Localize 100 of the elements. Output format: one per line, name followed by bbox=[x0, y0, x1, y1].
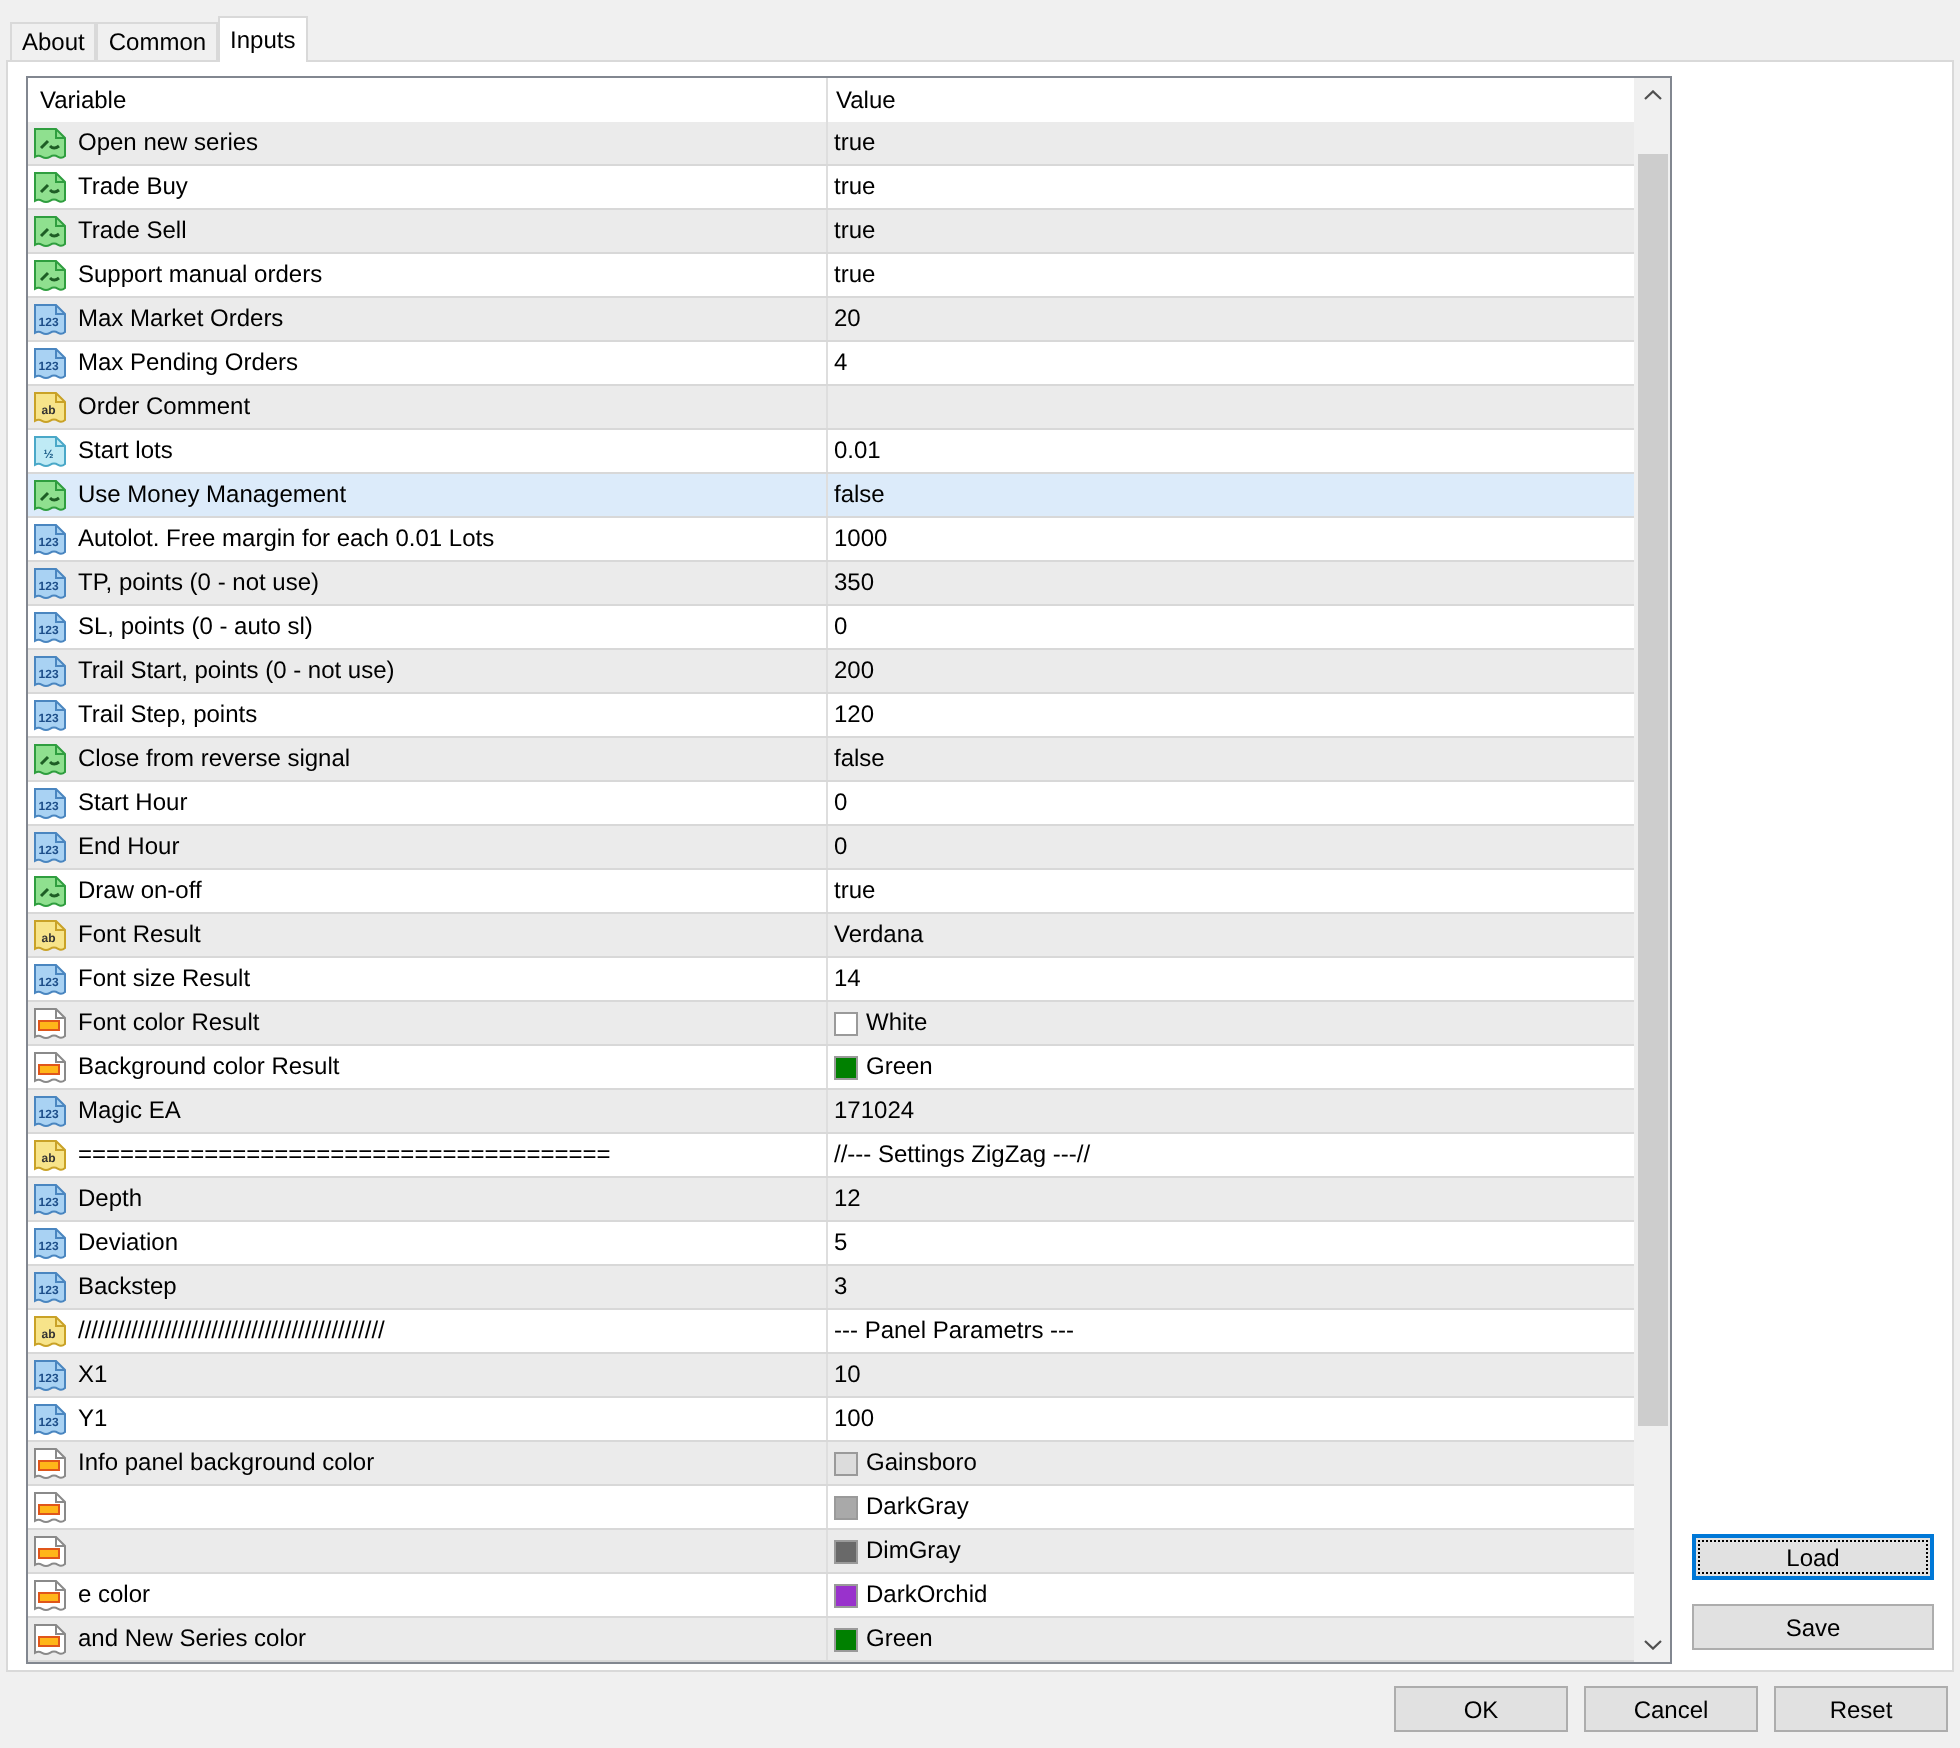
variable-value: 4 bbox=[834, 348, 848, 378]
variable-name: Background color Result bbox=[78, 1052, 340, 1082]
variable-value: 14 bbox=[834, 964, 861, 994]
table-row[interactable]: Background color Result Green bbox=[28, 1046, 1634, 1090]
table-row[interactable]: Trade Buy true bbox=[28, 166, 1634, 210]
bar-document-icon bbox=[32, 1445, 68, 1481]
tab[interactable]: About bbox=[10, 22, 97, 60]
variable-value: true bbox=[834, 216, 876, 246]
variable-name: Use Money Management bbox=[78, 480, 347, 510]
scroll-down-icon[interactable] bbox=[1644, 1640, 1662, 1650]
check-document-icon bbox=[32, 169, 68, 205]
variable-name: Order Comment bbox=[78, 392, 251, 422]
table-row[interactable]: e color DarkOrchid bbox=[28, 1574, 1634, 1618]
variable-value: 0.01 bbox=[834, 436, 881, 466]
variable-name: and New Series color bbox=[78, 1624, 307, 1654]
table-row[interactable]: Trade Sell true bbox=[28, 210, 1634, 254]
table-row[interactable]: DimGray bbox=[28, 1530, 1634, 1574]
variable-value: true bbox=[834, 260, 876, 290]
variable-name: Trade Sell bbox=[78, 216, 187, 246]
scroll-up-icon[interactable] bbox=[1644, 90, 1662, 100]
variable-name: Max Market Orders bbox=[78, 304, 284, 334]
bar-document-icon bbox=[32, 1489, 68, 1525]
tab[interactable]: Common bbox=[96, 22, 219, 60]
variable-value: 12 bbox=[834, 1184, 861, 1214]
variable-value: Green bbox=[866, 1052, 933, 1082]
check-document-icon bbox=[32, 125, 68, 161]
variable-name: Backstep bbox=[78, 1272, 177, 1302]
variable-name: Deviation bbox=[78, 1228, 179, 1258]
variable-value: 0 bbox=[834, 788, 848, 818]
table-row[interactable]: Font color Result White bbox=[28, 1002, 1634, 1046]
variable-value: true bbox=[834, 172, 876, 202]
table-row[interactable]: Use Money Management false bbox=[28, 474, 1634, 518]
bar-document-icon bbox=[32, 1533, 68, 1569]
table-row[interactable]: and New Series color Green bbox=[28, 1618, 1634, 1662]
variable-value: DimGray bbox=[866, 1536, 961, 1566]
bar-document-icon bbox=[32, 1621, 68, 1657]
check-document-icon bbox=[32, 477, 68, 513]
variable-value: Green bbox=[866, 1624, 933, 1654]
variable-name: Info panel background color bbox=[78, 1448, 375, 1478]
variable-value: Gainsboro bbox=[866, 1448, 977, 1478]
variable-value: 0 bbox=[834, 832, 848, 862]
variable-name: Depth bbox=[78, 1184, 143, 1214]
variable-value: 171024 bbox=[834, 1096, 915, 1126]
variable-value: 100 bbox=[834, 1404, 875, 1434]
variable-name: Open new series bbox=[78, 128, 259, 158]
variable-value: false bbox=[834, 744, 885, 774]
dialog-button[interactable]: OK bbox=[1394, 1686, 1568, 1732]
variable-name: Start Hour bbox=[78, 788, 188, 818]
variable-value: Verdana bbox=[834, 920, 924, 950]
variable-value: 200 bbox=[834, 656, 875, 686]
variable-name: ////////////////////////////////////////////// bbox=[78, 1316, 385, 1346]
variable-value: DarkGray bbox=[866, 1492, 969, 1522]
scrollbar-track[interactable] bbox=[1634, 78, 1670, 1662]
variable-value: true bbox=[834, 876, 876, 906]
scrollbar-thumb[interactable] bbox=[1638, 154, 1668, 1426]
variable-name: Font Result bbox=[78, 920, 201, 950]
variable-name: Trail Start, points (0 - not use) bbox=[78, 656, 395, 686]
table-row[interactable]: Support manual orders true bbox=[28, 254, 1634, 298]
dialog-button[interactable]: Reset bbox=[1774, 1686, 1948, 1732]
variable-value: --- Panel Parametrs --- bbox=[834, 1316, 1075, 1346]
table-row[interactable]: Info panel background color Gainsboro bbox=[28, 1442, 1634, 1486]
side-button[interactable]: Load bbox=[1692, 1534, 1934, 1580]
variable-name: Support manual orders bbox=[78, 260, 323, 290]
variable-value: 20 bbox=[834, 304, 861, 334]
variable-value: DarkOrchid bbox=[866, 1580, 988, 1610]
side-button[interactable]: Save bbox=[1692, 1604, 1934, 1650]
tab[interactable]: Inputs bbox=[218, 16, 308, 62]
variable-name: Autolot. Free margin for each 0.01 Lots bbox=[78, 524, 495, 554]
variable-name: SL, points (0 - auto sl) bbox=[78, 612, 313, 642]
variable-name: Max Pending Orders bbox=[78, 348, 299, 378]
variable-name: Trail Step, points bbox=[78, 700, 258, 730]
variable-value: 0 bbox=[834, 612, 848, 642]
variable-value: true bbox=[834, 128, 876, 158]
check-document-icon bbox=[32, 873, 68, 909]
table-row[interactable]: Open new series true bbox=[28, 122, 1634, 166]
variable-name: Font color Result bbox=[78, 1008, 260, 1038]
variable-value: 5 bbox=[834, 1228, 848, 1258]
table-row[interactable]: Close from reverse signal false bbox=[28, 738, 1634, 782]
dialog-button[interactable]: Cancel bbox=[1584, 1686, 1758, 1732]
variable-value: 350 bbox=[834, 568, 875, 598]
variable-value: //--- Settings ZigZag ---// bbox=[834, 1140, 1091, 1170]
variable-value: White bbox=[866, 1008, 928, 1038]
variable-value: false bbox=[834, 480, 885, 510]
bar-document-icon bbox=[32, 1049, 68, 1085]
variable-name: e color bbox=[78, 1580, 151, 1610]
variable-name: X1 bbox=[78, 1360, 108, 1390]
table-row[interactable]: DarkGray bbox=[28, 1486, 1634, 1530]
variable-name: ====================================== bbox=[78, 1140, 611, 1170]
check-document-icon bbox=[32, 741, 68, 777]
variable-name: TP, points (0 - not use) bbox=[78, 568, 320, 598]
bar-document-icon bbox=[32, 1005, 68, 1041]
variable-name: Start lots bbox=[78, 436, 173, 466]
variable-name: Trade Buy bbox=[78, 172, 188, 202]
variable-name: Font size Result bbox=[78, 964, 251, 994]
check-document-icon bbox=[32, 213, 68, 249]
variable-name: Close from reverse signal bbox=[78, 744, 351, 774]
table-row[interactable]: Draw on-off true bbox=[28, 870, 1634, 914]
variable-name: Draw on-off bbox=[78, 876, 202, 906]
variable-value: 1000 bbox=[834, 524, 888, 554]
bar-document-icon bbox=[32, 1577, 68, 1613]
